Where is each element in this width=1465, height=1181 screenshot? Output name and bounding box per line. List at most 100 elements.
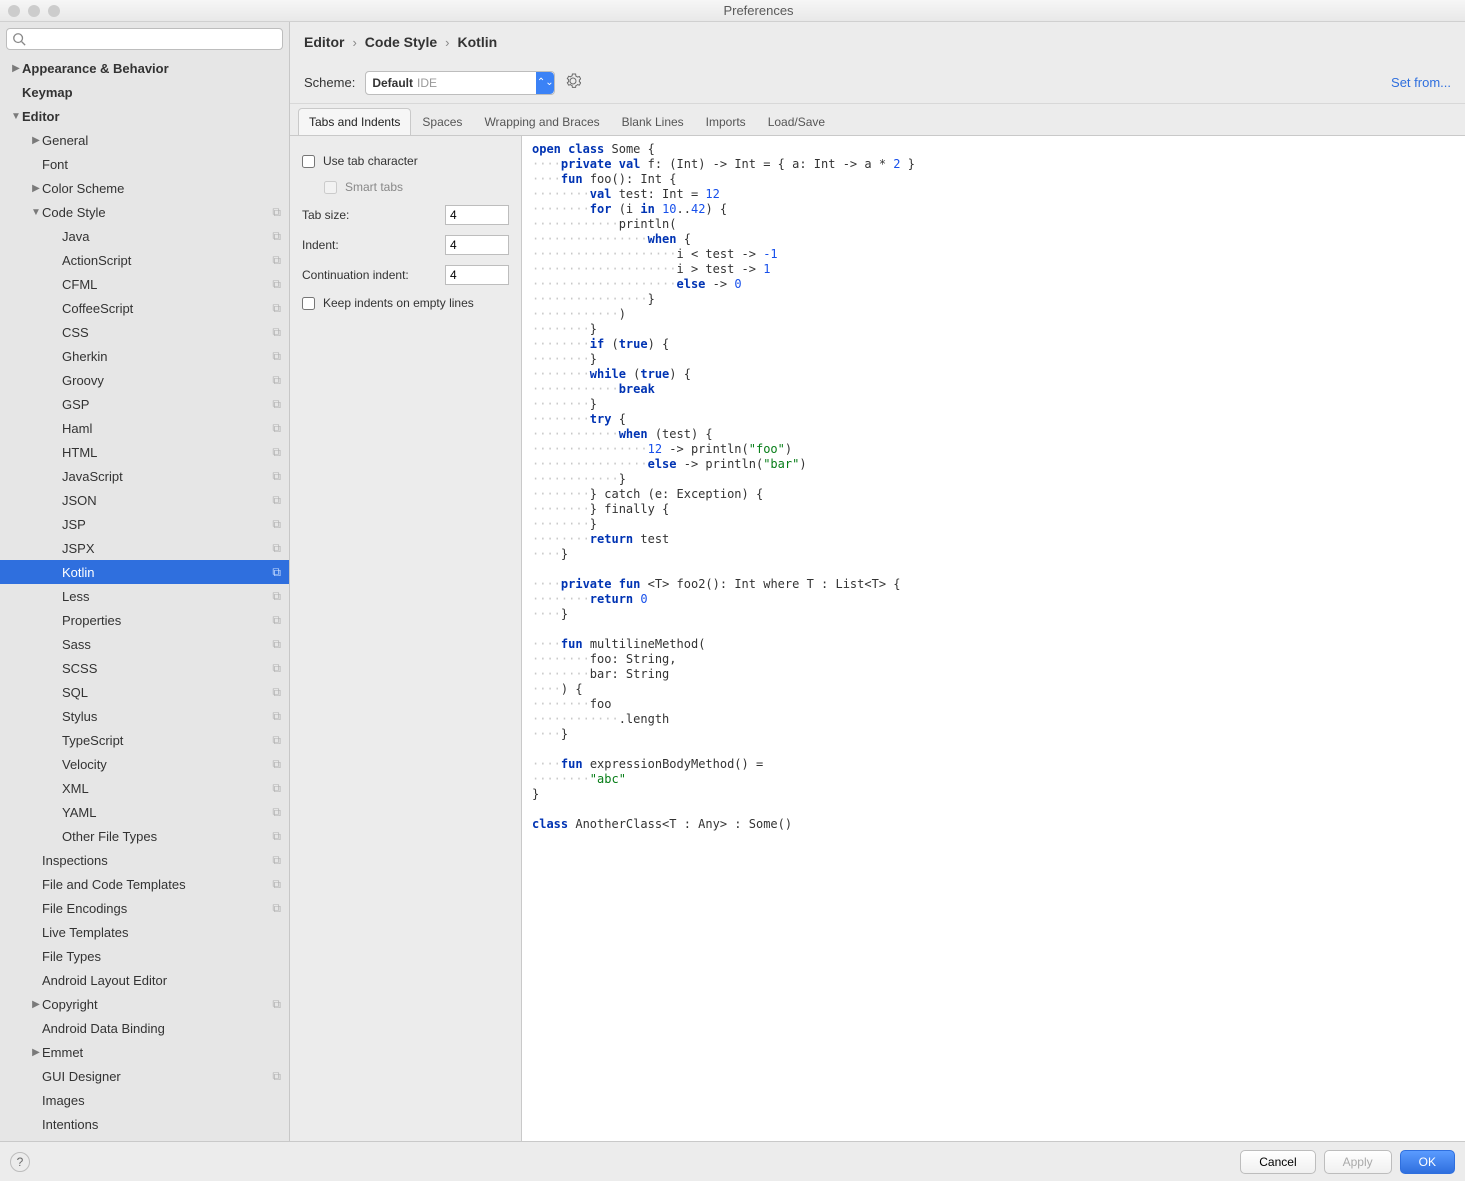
scope-icon: ⧉ — [272, 589, 281, 604]
settings-tree[interactable]: ▶Appearance & BehaviorKeymap▼Editor▶Gene… — [0, 56, 289, 1141]
disclosure-icon: ▼ — [30, 207, 42, 218]
tab[interactable]: Spaces — [411, 108, 473, 135]
scope-icon: ⧉ — [272, 709, 281, 724]
tree-item[interactable]: SQL⧉ — [0, 680, 289, 704]
tree-item[interactable]: Images — [0, 1088, 289, 1112]
tree-item[interactable]: CoffeeScript⧉ — [0, 296, 289, 320]
tree-item[interactable]: Font — [0, 152, 289, 176]
close-dot[interactable] — [8, 5, 20, 17]
tree-item-label: JSON — [62, 493, 97, 508]
tree-item[interactable]: ActionScript⧉ — [0, 248, 289, 272]
tree-item-label: CFML — [62, 277, 97, 292]
tree-item[interactable]: Kotlin⧉ — [0, 560, 289, 584]
tree-item-label: JavaScript — [62, 469, 123, 484]
tree-item[interactable]: Java⧉ — [0, 224, 289, 248]
breadcrumb-b[interactable]: Code Style — [365, 34, 437, 50]
tree-item[interactable]: ▶Color Scheme — [0, 176, 289, 200]
zoom-dot[interactable] — [48, 5, 60, 17]
scope-icon: ⧉ — [272, 205, 281, 220]
tree-item[interactable]: Android Data Binding — [0, 1016, 289, 1040]
scope-icon: ⧉ — [272, 805, 281, 820]
scheme-select[interactable]: Default IDE ⌃⌄ — [365, 71, 555, 95]
tab[interactable]: Wrapping and Braces — [473, 108, 610, 135]
tree-item[interactable]: ▶General — [0, 128, 289, 152]
tree-item[interactable]: ▶Copyright⧉ — [0, 992, 289, 1016]
tree-item[interactable]: CSS⧉ — [0, 320, 289, 344]
window-controls — [8, 5, 60, 17]
tree-item[interactable]: ▼Code Style ⧉ — [0, 200, 289, 224]
tree-item[interactable]: GUI Designer⧉ — [0, 1064, 289, 1088]
tree-item[interactable]: GSP⧉ — [0, 392, 289, 416]
tree-item[interactable]: Intentions — [0, 1112, 289, 1136]
tree-item[interactable]: Android Layout Editor — [0, 968, 289, 992]
tree-item-label: TypeScript — [62, 733, 123, 748]
breadcrumb-a[interactable]: Editor — [304, 34, 344, 50]
tree-item[interactable]: TypeScript⧉ — [0, 728, 289, 752]
scope-icon: ⧉ — [272, 421, 281, 436]
tree-item-label: YAML — [62, 805, 96, 820]
minimize-dot[interactable] — [28, 5, 40, 17]
tree-item-label: File and Code Templates — [42, 877, 186, 892]
tree-item[interactable]: File Encodings⧉ — [0, 896, 289, 920]
scope-icon: ⧉ — [272, 373, 281, 388]
tab[interactable]: Blank Lines — [611, 108, 695, 135]
tree-item[interactable]: SCSS⧉ — [0, 656, 289, 680]
tree-item-label: SCSS — [62, 661, 97, 676]
tree-item[interactable]: YAML ⧉ — [0, 800, 289, 824]
tree-item-label: GSP — [62, 397, 89, 412]
tree-item[interactable]: XML⧉ — [0, 776, 289, 800]
scope-icon: ⧉ — [272, 637, 281, 652]
scope-icon: ⧉ — [272, 565, 281, 580]
cont-indent-label: Continuation indent: — [302, 268, 409, 282]
gear-icon[interactable] — [565, 73, 581, 92]
tree-item[interactable]: Groovy⧉ — [0, 368, 289, 392]
indent-input[interactable] — [445, 235, 509, 255]
ok-button[interactable]: OK — [1400, 1150, 1455, 1174]
tree-item[interactable]: Velocity⧉ — [0, 752, 289, 776]
tree-item[interactable]: JSP⧉ — [0, 512, 289, 536]
tree-item-label: CSS — [62, 325, 89, 340]
tree-item[interactable]: Properties⧉ — [0, 608, 289, 632]
tree-item[interactable]: Keymap — [0, 80, 289, 104]
scope-icon: ⧉ — [272, 781, 281, 796]
tree-item[interactable]: ▶Emmet — [0, 1040, 289, 1064]
tree-item[interactable]: JavaScript⧉ — [0, 464, 289, 488]
tree-item[interactable]: Live Templates — [0, 920, 289, 944]
keep-empty-checkbox[interactable]: Keep indents on empty lines — [302, 290, 509, 316]
tree-item[interactable]: Inspections⧉ — [0, 848, 289, 872]
tree-item[interactable]: JSON⧉ — [0, 488, 289, 512]
tree-item-label: Code Style — [42, 205, 106, 220]
tree-item[interactable]: CFML⧉ — [0, 272, 289, 296]
tree-item[interactable]: JSPX⧉ — [0, 536, 289, 560]
tabs: Tabs and IndentsSpacesWrapping and Brace… — [290, 104, 1465, 136]
tree-item[interactable]: Gherkin⧉ — [0, 344, 289, 368]
tree-item[interactable]: Haml⧉ — [0, 416, 289, 440]
tree-item[interactable]: File Types — [0, 944, 289, 968]
tree-item-label: Less — [62, 589, 89, 604]
settings-pane: Use tab character Smart tabs Tab size: I… — [290, 136, 522, 1141]
cancel-button[interactable]: Cancel — [1240, 1150, 1315, 1174]
tab-size-input[interactable] — [445, 205, 509, 225]
tree-item[interactable]: ▼Editor — [0, 104, 289, 128]
tab[interactable]: Load/Save — [757, 108, 836, 135]
tree-item-label: GUI Designer — [42, 1069, 121, 1084]
tree-item[interactable]: Less ⧉ — [0, 584, 289, 608]
tree-item[interactable]: HTML⧉ — [0, 440, 289, 464]
cont-indent-input[interactable] — [445, 265, 509, 285]
tree-item-label: Images — [42, 1093, 85, 1108]
smart-tabs-checkbox: Smart tabs — [302, 174, 509, 200]
tree-item[interactable]: Sass⧉ — [0, 632, 289, 656]
tree-item[interactable]: Other File Types⧉ — [0, 824, 289, 848]
tab[interactable]: Imports — [695, 108, 757, 135]
use-tab-checkbox[interactable]: Use tab character — [302, 148, 509, 174]
set-from-link[interactable]: Set from... — [1391, 75, 1451, 90]
scope-icon: ⧉ — [272, 757, 281, 772]
tree-item[interactable]: Stylus⧉ — [0, 704, 289, 728]
search-input[interactable] — [6, 28, 283, 50]
tab[interactable]: Tabs and Indents — [298, 108, 411, 135]
tree-item[interactable]: File and Code Templates⧉ — [0, 872, 289, 896]
tree-item-label: General — [42, 133, 88, 148]
tree-item[interactable]: ▶Appearance & Behavior — [0, 56, 289, 80]
apply-button[interactable]: Apply — [1324, 1150, 1392, 1174]
help-button[interactable]: ? — [10, 1152, 30, 1172]
